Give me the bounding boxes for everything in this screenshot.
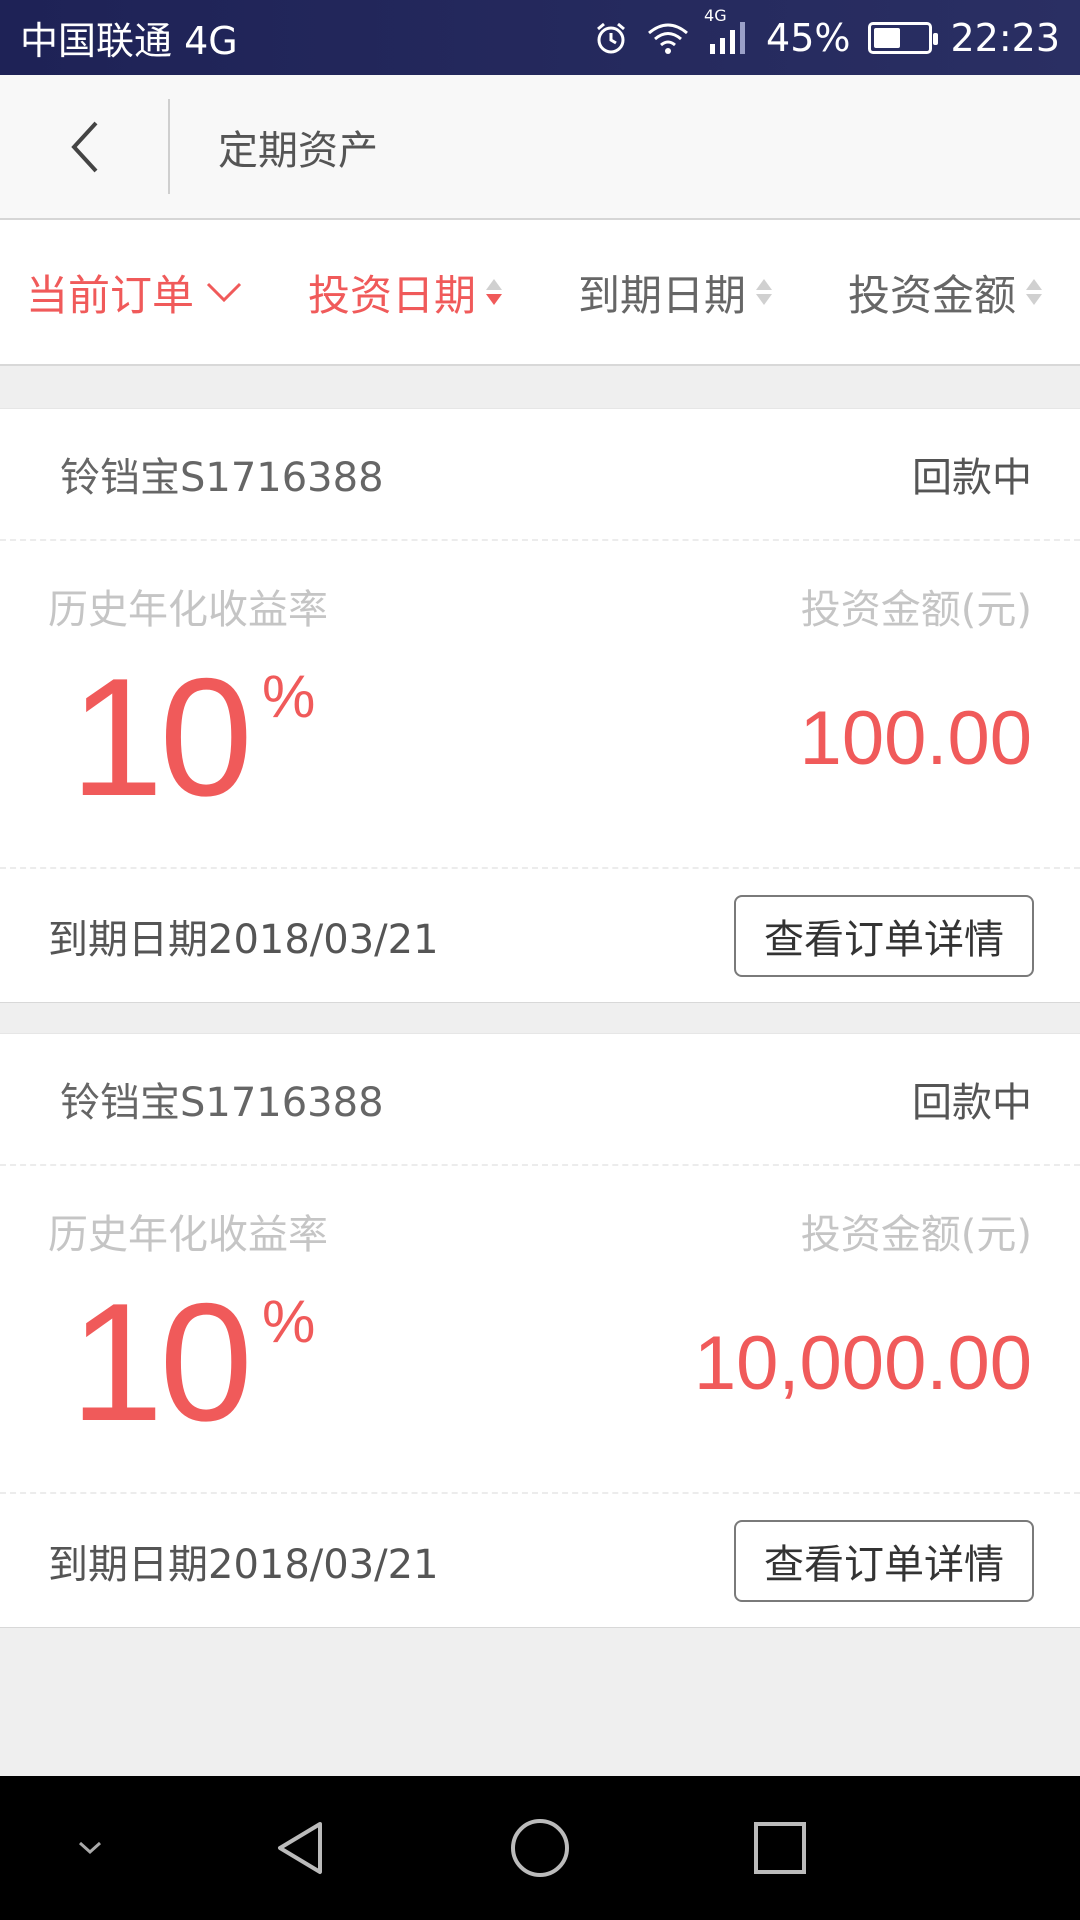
order-footer: 到期日期2018/03/21 查看订单详情 [0, 869, 1080, 1002]
amount-label: 投资金额(元) [800, 587, 1032, 633]
rate-unit: % [262, 663, 316, 730]
chevron-left-icon [71, 121, 98, 172]
battery-percent: 45% [766, 15, 851, 60]
recents-square-icon [754, 1822, 806, 1874]
sort-icon [486, 279, 502, 305]
signal-icon: 4G [704, 6, 748, 56]
order-status: 回款中 [912, 455, 1032, 501]
back-button[interactable] [0, 74, 168, 219]
status-bar: 中国联通 4G 4G 45% 22:23 [0, 0, 1080, 75]
alarm-icon [594, 21, 628, 55]
product-name: 铃铛宝S1716388 [60, 455, 384, 501]
amount-value: 100.00 [799, 696, 1032, 781]
header-divider [168, 99, 170, 194]
order-card: 铃铛宝S1716388 回款中 历史年化收益率 投资金额(元) 10 % 10,… [0, 1033, 1080, 1628]
rate-label: 历史年化收益率 [48, 1212, 328, 1258]
rate-value: 10 [70, 1268, 253, 1456]
clock: 22:23 [950, 15, 1060, 60]
order-summary: 历史年化收益率 投资金额(元) 10 % 10,000.00 [0, 1166, 1080, 1494]
product-name: 铃铛宝S1716388 [60, 1080, 384, 1126]
filter-invest-amount[interactable]: 投资金额 [810, 262, 1080, 323]
network-badge: 4G [704, 5, 727, 25]
order-footer: 到期日期2018/03/21 查看订单详情 [0, 1494, 1080, 1627]
order-card: 铃铛宝S1716388 回款中 历史年化收益率 投资金额(元) 10 % 100… [0, 408, 1080, 1003]
chevron-down-icon [206, 282, 242, 303]
amount-label: 投资金额(元) [800, 1212, 1032, 1258]
filter-current-orders[interactable]: 当前订单 [0, 262, 270, 323]
due-date: 到期日期2018/03/21 [48, 1541, 439, 1588]
amount-value: 10,000.00 [693, 1321, 1032, 1406]
filter-label: 当前订单 [25, 270, 194, 320]
rate-value: 10 [70, 643, 253, 831]
nav-back-button[interactable] [240, 1776, 360, 1920]
filter-label: 投资日期 [307, 270, 476, 320]
app-header: 定期资产 [0, 75, 1080, 220]
wifi-icon [646, 21, 690, 55]
nav-home-button[interactable] [480, 1776, 600, 1920]
home-circle-icon [511, 1819, 569, 1877]
view-order-detail-button[interactable]: 查看订单详情 [734, 894, 1034, 977]
view-order-detail-button[interactable]: 查看订单详情 [734, 1519, 1034, 1602]
status-icons: 4G 45% 22:23 [594, 6, 1060, 60]
carrier-label: 中国联通 4G [20, 19, 238, 63]
order-header: 铃铛宝S1716388 回款中 [0, 1034, 1080, 1166]
rate-label: 历史年化收益率 [48, 587, 328, 633]
filter-label: 投资金额 [847, 270, 1016, 320]
order-header: 铃铛宝S1716388 回款中 [0, 409, 1080, 541]
battery-icon [868, 21, 939, 54]
filter-invest-date[interactable]: 投资日期 [270, 262, 540, 323]
filter-bar: 当前订单 投资日期 到期日期 投资金额 [0, 220, 1080, 366]
due-date: 到期日期2018/03/21 [48, 916, 439, 963]
hide-nav-button[interactable] [30, 1776, 150, 1920]
order-status: 回款中 [912, 1080, 1032, 1126]
nav-recents-button[interactable] [720, 1776, 840, 1920]
order-summary: 历史年化收益率 投资金额(元) 10 % 100.00 [0, 541, 1080, 869]
system-nav-bar [0, 1776, 1080, 1920]
chevron-down-icon [78, 1841, 102, 1855]
rate-unit: % [262, 1288, 316, 1355]
filter-due-date[interactable]: 到期日期 [540, 262, 810, 323]
filter-label: 到期日期 [577, 270, 746, 320]
sort-icon [1026, 279, 1042, 305]
back-triangle-icon [278, 1822, 322, 1874]
page-title: 定期资产 [218, 127, 378, 174]
sort-icon [756, 279, 772, 305]
